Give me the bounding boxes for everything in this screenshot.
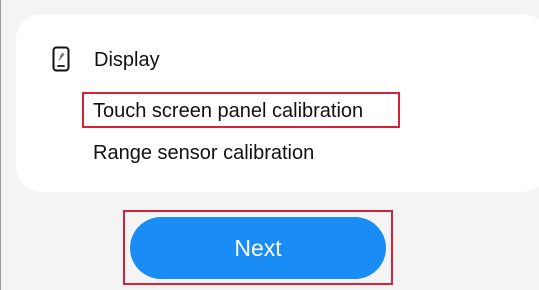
highlight-box-touch-calibration bbox=[82, 92, 400, 128]
section-title: Display bbox=[94, 49, 160, 71]
next-button[interactable]: Next bbox=[130, 217, 386, 279]
tablet-icon bbox=[52, 46, 70, 72]
screen: Display Touch screen panel calibration R… bbox=[0, 0, 539, 290]
range-sensor-calibration-item[interactable]: Range sensor calibration bbox=[93, 140, 314, 166]
window-edge bbox=[0, 0, 1, 290]
